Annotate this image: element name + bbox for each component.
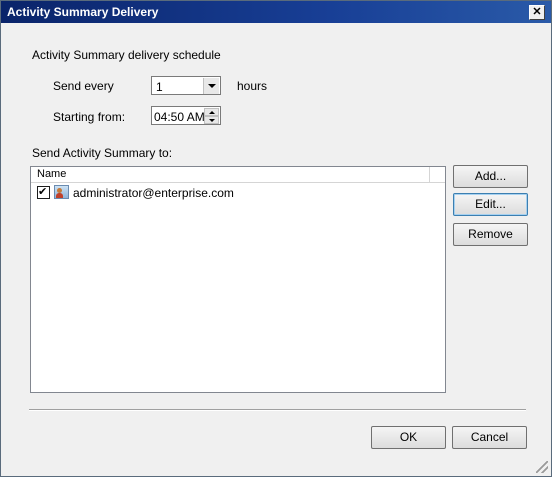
dialog-window: Activity Summary Delivery ✕ Activity Sum… (0, 0, 552, 477)
title-bar[interactable]: Activity Summary Delivery ✕ (1, 1, 551, 23)
recipients-list[interactable]: Name administrator@enterprise.com (30, 166, 446, 393)
column-header-label: Name (37, 168, 67, 180)
list-item[interactable]: administrator@enterprise.com (37, 185, 437, 202)
ok-button[interactable]: OK (371, 426, 446, 449)
recipient-checkbox[interactable] (37, 185, 50, 199)
starting-from-value: 04:50 AM (154, 110, 205, 124)
divider (29, 409, 526, 411)
resize-grip-icon[interactable] (536, 461, 548, 473)
user-icon (54, 185, 69, 199)
chevron-down-icon[interactable] (203, 78, 219, 94)
window-title: Activity Summary Delivery (7, 5, 159, 19)
cancel-button[interactable]: Cancel (452, 426, 527, 449)
add-button[interactable]: Add... (453, 165, 528, 188)
close-button[interactable]: ✕ (529, 5, 545, 20)
starting-from-label: Starting from: (53, 110, 126, 124)
spin-up-icon[interactable] (204, 108, 219, 116)
list-header: Name (31, 167, 445, 183)
remove-button[interactable]: Remove (453, 223, 528, 246)
schedule-heading: Activity Summary delivery schedule (32, 48, 221, 62)
close-icon: ✕ (532, 6, 542, 18)
send-every-select[interactable]: 1 (151, 76, 221, 95)
starting-from-time-picker[interactable]: 04:50 AM (151, 106, 221, 125)
recipient-email: administrator@enterprise.com (73, 186, 234, 200)
edit-button[interactable]: Edit... (453, 193, 528, 216)
send-every-label: Send every (53, 79, 114, 93)
spin-down-icon[interactable] (204, 116, 219, 124)
column-header-name[interactable]: Name (31, 167, 430, 182)
hours-label: hours (237, 79, 268, 93)
recipients-heading: Send Activity Summary to: (32, 146, 173, 160)
send-every-value: 1 (156, 80, 163, 94)
